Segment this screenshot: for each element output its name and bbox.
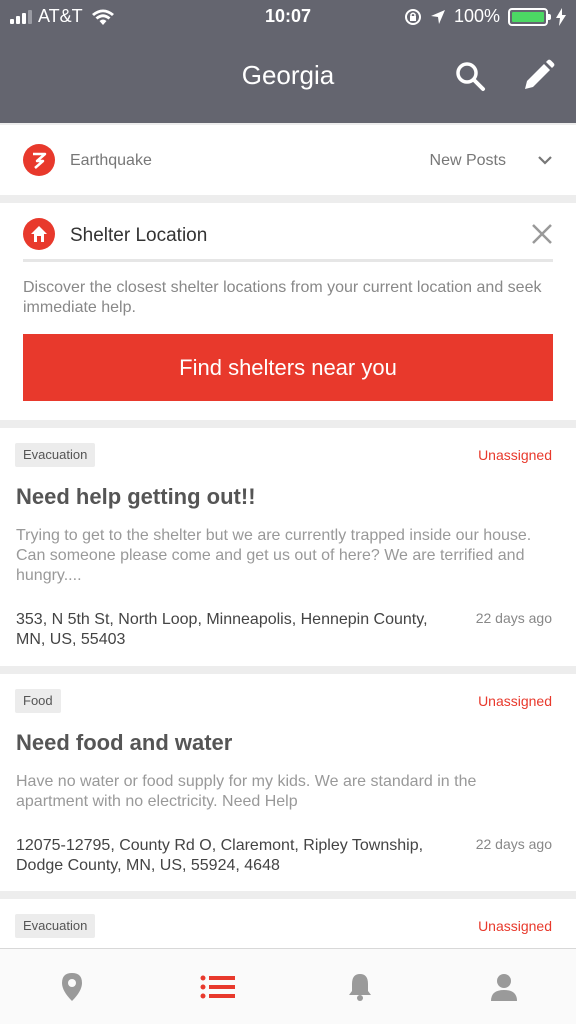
category-tag: Food bbox=[15, 689, 61, 713]
category-tag: Evacuation bbox=[15, 914, 96, 938]
shelter-card: Shelter Location Discover the closest sh… bbox=[0, 203, 576, 420]
status-badge: Unassigned bbox=[478, 918, 552, 934]
status-badge: Unassigned bbox=[478, 447, 552, 463]
rotation-lock-icon bbox=[404, 8, 421, 25]
post-card[interactable]: Food Unassigned Need food and water Have… bbox=[0, 674, 576, 891]
post-time: 22 days ago bbox=[475, 610, 552, 626]
disaster-label: Earthquake bbox=[70, 152, 152, 169]
map-pin-icon[interactable] bbox=[56, 971, 88, 1003]
find-shelters-button[interactable]: Find shelters near you bbox=[23, 334, 553, 401]
post-title: Need help getting out!! bbox=[16, 484, 256, 509]
list-icon[interactable] bbox=[200, 971, 236, 1003]
earthquake-icon bbox=[23, 144, 55, 176]
page-title: Georgia bbox=[241, 60, 335, 90]
shelter-description: Discover the closest shelter locations f… bbox=[23, 279, 542, 316]
status-badge: Unassigned bbox=[478, 693, 552, 709]
app-header: AT&T 10:07 100% Georgia bbox=[0, 0, 576, 123]
disaster-selector[interactable]: Earthquake New Posts bbox=[0, 125, 576, 195]
battery-percent: 100% bbox=[453, 6, 500, 26]
divider bbox=[23, 259, 553, 262]
close-icon[interactable] bbox=[530, 222, 554, 246]
bell-icon[interactable] bbox=[344, 971, 376, 1003]
home-icon bbox=[23, 218, 55, 250]
post-description: Have no water or food supply for my kids… bbox=[16, 773, 477, 810]
post-card[interactable]: Evacuation Unassigned bbox=[0, 899, 576, 948]
post-card[interactable]: Evacuation Unassigned Need help getting … bbox=[0, 428, 576, 666]
chevron-down-icon[interactable] bbox=[536, 151, 554, 169]
battery-icon bbox=[508, 7, 551, 26]
tab-bar bbox=[0, 948, 576, 1024]
location-arrow-icon bbox=[430, 9, 445, 24]
post-time: 22 days ago bbox=[475, 836, 552, 852]
search-icon[interactable] bbox=[452, 58, 488, 94]
post-title: Need food and water bbox=[16, 730, 233, 755]
status-bar: AT&T 10:07 100% bbox=[0, 0, 576, 34]
charging-icon bbox=[556, 7, 566, 26]
category-tag: Evacuation bbox=[15, 443, 96, 467]
post-address: 353, N 5th St, North Loop, Minneapolis, … bbox=[16, 611, 428, 648]
shelter-title: Shelter Location bbox=[70, 225, 208, 246]
edit-icon[interactable] bbox=[520, 58, 556, 94]
filter-dropdown[interactable]: New Posts bbox=[430, 152, 506, 170]
profile-icon[interactable] bbox=[488, 971, 520, 1003]
post-address: 12075-12795, County Rd O, Claremont, Rip… bbox=[16, 837, 424, 874]
post-description: Trying to get to the shelter but we are … bbox=[16, 527, 532, 584]
